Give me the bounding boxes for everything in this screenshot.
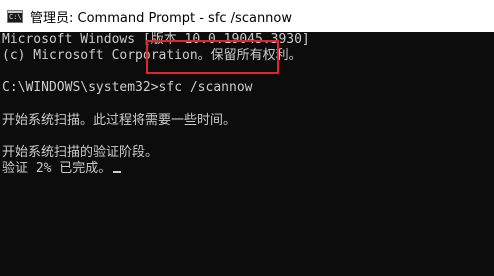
text-cursor	[113, 171, 122, 173]
prompt-path: C:\WINDOWS\system32>	[2, 80, 159, 95]
progress-line: 验证 2% 已完成。	[2, 161, 122, 177]
command-prompt-window: 管理员: Command Prompt - sfc /scannow Micro…	[0, 0, 494, 276]
cmd-icon	[7, 9, 23, 23]
command-highlight-box	[146, 40, 279, 74]
scan-start-line: 开始系统扫描。此过程将需要一些时间。	[2, 113, 237, 128]
command-text: sfc /scannow	[158, 80, 253, 95]
title-bar[interactable]: 管理员: Command Prompt - sfc /scannow	[0, 0, 494, 32]
verification-phase-line: 开始系统扫描的验证阶段。	[2, 145, 159, 160]
command-line: C:\WINDOWS\system32>sfc /scannow	[2, 80, 252, 96]
progress-text: 验证 2% 已完成。	[2, 161, 112, 176]
window-title: 管理员: Command Prompt - sfc /scannow	[30, 10, 293, 26]
